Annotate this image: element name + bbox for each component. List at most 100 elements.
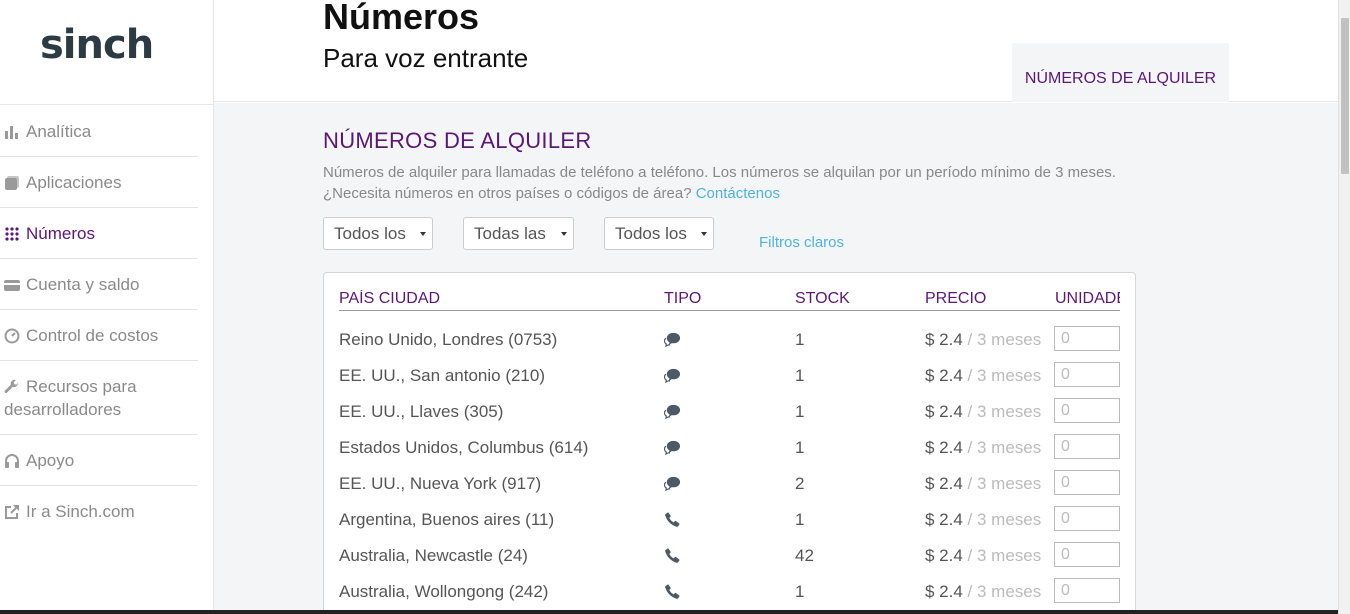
- units-input[interactable]: [1054, 326, 1120, 351]
- scrollbar-thumb[interactable]: [1341, 18, 1349, 174]
- sidebar-item-recursos[interactable]: Recursos para desarrolladores: [0, 361, 198, 435]
- cell-stock: 1: [795, 438, 805, 457]
- cell-price: $ 2.4 / 3 meses: [925, 546, 1041, 566]
- chat-bubbles-icon: [663, 367, 681, 389]
- price-period: / 3 meses: [962, 474, 1042, 493]
- table-row: EE. UU., San antonio (210) 1 $ 2.4 / 3 mes…: [339, 357, 1120, 393]
- cell-location: EE. UU., San antonio (210): [339, 366, 546, 385]
- chat-bubbles-icon: [663, 331, 681, 353]
- phone-icon: [664, 547, 681, 569]
- cell-stock: 1: [795, 582, 805, 601]
- column-header-units[interactable]: UNIDADES: [1055, 290, 1120, 308]
- gauge-icon: [4, 324, 26, 347]
- external-link-icon: [4, 500, 26, 523]
- section-title: NÚMEROS DE ALQUILER: [323, 128, 592, 153]
- column-header-price[interactable]: PRECIO: [925, 290, 986, 308]
- sidebar-item-analitica[interactable]: Analítica: [0, 106, 198, 157]
- sidebar-item-apoyo[interactable]: Apoyo: [0, 435, 198, 486]
- price-period: / 3 meses: [962, 438, 1042, 457]
- sidebar-item-numeros[interactable]: Números: [0, 208, 198, 259]
- page-subtitle: Para voz entrante: [323, 43, 529, 73]
- cell-location: EE. UU., Llaves (305): [339, 402, 504, 421]
- vertical-scrollbar[interactable]: [1338, 0, 1350, 614]
- numbers-table-card: PAÍS CIUDAD TIPO STOCK PRECIO UNIDADES R…: [323, 272, 1136, 614]
- sidebar: sinch Analítica Aplicaciones Números Cue…: [0, 0, 214, 614]
- sidebar-item-label: Números: [26, 224, 95, 243]
- chat-bubbles-icon: [663, 475, 681, 497]
- column-header-country-city[interactable]: PAÍS CIUDAD: [339, 290, 440, 308]
- tab-numeros-alquiler[interactable]: NÚMEROS DE ALQUILER: [1012, 43, 1229, 102]
- sidebar-item-label: Aplicaciones: [26, 173, 122, 192]
- price-period: / 3 meses: [962, 402, 1042, 421]
- sidebar-item-aplicaciones[interactable]: Aplicaciones: [0, 157, 198, 208]
- cell-stock: 2: [795, 474, 805, 493]
- price-amount: $ 2.4: [925, 366, 963, 385]
- price-amount: $ 2.4: [925, 330, 963, 349]
- cell-price: $ 2.4 / 3 meses: [925, 366, 1041, 386]
- sidebar-item-control-costos[interactable]: Control de costos: [0, 310, 198, 361]
- table-row: Australia, Newcastle (24) 42 $ 2.4 / 3 mes…: [339, 537, 1120, 573]
- page-title: Números: [323, 0, 480, 37]
- price-period: / 3 meses: [962, 582, 1042, 601]
- wrench-icon: [4, 375, 26, 398]
- sidebar-item-sinch-com[interactable]: Ir a Sinch.com: [0, 486, 198, 536]
- cell-stock: 1: [795, 402, 805, 421]
- city-filter-select[interactable]: Todas las c: [463, 217, 574, 250]
- price-amount: $ 2.4: [925, 402, 963, 421]
- price-period: / 3 meses: [962, 546, 1042, 565]
- cell-stock: 1: [795, 510, 805, 529]
- phone-icon: [664, 511, 681, 533]
- cell-price: $ 2.4 / 3 meses: [925, 438, 1041, 458]
- cell-price: $ 2.4 / 3 meses: [925, 582, 1041, 602]
- column-header-stock[interactable]: STOCK: [795, 290, 850, 308]
- cell-location: EE. UU., Nueva York (917): [339, 474, 542, 493]
- cell-location: Australia, Newcastle (24): [339, 546, 528, 565]
- units-input[interactable]: [1054, 578, 1120, 603]
- cell-price: $ 2.4 / 3 meses: [925, 330, 1041, 350]
- units-input[interactable]: [1054, 434, 1120, 459]
- cell-stock: 1: [795, 366, 805, 385]
- sidebar-item-label: Ir a Sinch.com: [26, 502, 135, 521]
- column-header-type[interactable]: TIPO: [664, 290, 701, 308]
- sinch-logo[interactable]: sinch: [40, 22, 154, 68]
- table-row: EE. UU., Llaves (305) 1 $ 2.4 / 3 meses: [339, 393, 1120, 429]
- chevron-down-icon: [420, 232, 426, 236]
- section-description: Números de alquiler para llamadas de tel…: [323, 162, 1123, 204]
- cell-price: $ 2.4 / 3 meses: [925, 510, 1041, 530]
- country-filter-value: Todos los: [334, 224, 406, 243]
- units-input[interactable]: [1054, 398, 1120, 423]
- page-header: Números Para voz entrante NÚMEROS DE ALQ…: [214, 0, 1338, 102]
- type-filter-value: Todos los t: [615, 224, 691, 243]
- table-row: EE. UU., Nueva York (917) 2 $ 2.4 / 3 mese…: [339, 465, 1120, 501]
- cell-location: Estados Unidos, Columbus (614): [339, 438, 589, 457]
- sidebar-divider: [0, 104, 214, 105]
- keypad-icon: [4, 222, 26, 245]
- cell-price: $ 2.4 / 3 meses: [925, 402, 1041, 422]
- bar-chart-icon: [4, 120, 26, 143]
- contact-link[interactable]: Contáctenos: [696, 185, 780, 202]
- price-amount: $ 2.4: [925, 510, 963, 529]
- sidebar-item-label: Control de costos: [26, 326, 159, 345]
- clear-filters-link[interactable]: Filtros claros: [759, 234, 844, 251]
- type-filter-select[interactable]: Todos los t: [604, 217, 714, 250]
- sidebar-item-label: Apoyo: [26, 451, 75, 470]
- price-period: / 3 meses: [962, 510, 1042, 529]
- table-row: Estados Unidos, Columbus (614) 1 $ 2.4 / 3…: [339, 429, 1120, 465]
- cell-location: Argentina, Buenos aires (11): [339, 510, 555, 529]
- country-filter-select[interactable]: Todos los: [323, 217, 433, 250]
- chevron-down-icon: [561, 232, 567, 236]
- bottom-edge: [0, 610, 1338, 614]
- sidebar-item-cuenta[interactable]: Cuenta y saldo: [0, 259, 198, 310]
- units-input[interactable]: [1054, 362, 1120, 387]
- main-content: NÚMEROS DE ALQUILER Números de alquiler …: [214, 103, 1338, 614]
- table-row: Reino Unido, Londres (0753) 1 $ 2.4 / 3 me…: [339, 321, 1120, 357]
- cell-location: Reino Unido, Londres (0753): [339, 330, 558, 349]
- chat-bubbles-icon: [663, 403, 681, 425]
- table-header: PAÍS CIUDAD TIPO STOCK PRECIO UNIDADES: [339, 290, 1120, 311]
- units-input[interactable]: [1054, 470, 1120, 495]
- chevron-down-icon: [701, 232, 707, 236]
- units-input[interactable]: [1054, 506, 1120, 531]
- units-input[interactable]: [1054, 542, 1120, 567]
- cell-stock: 1: [795, 330, 805, 349]
- table-row: Argentina, Buenos aires (11) 1 $ 2.4 / 3 m…: [339, 501, 1120, 537]
